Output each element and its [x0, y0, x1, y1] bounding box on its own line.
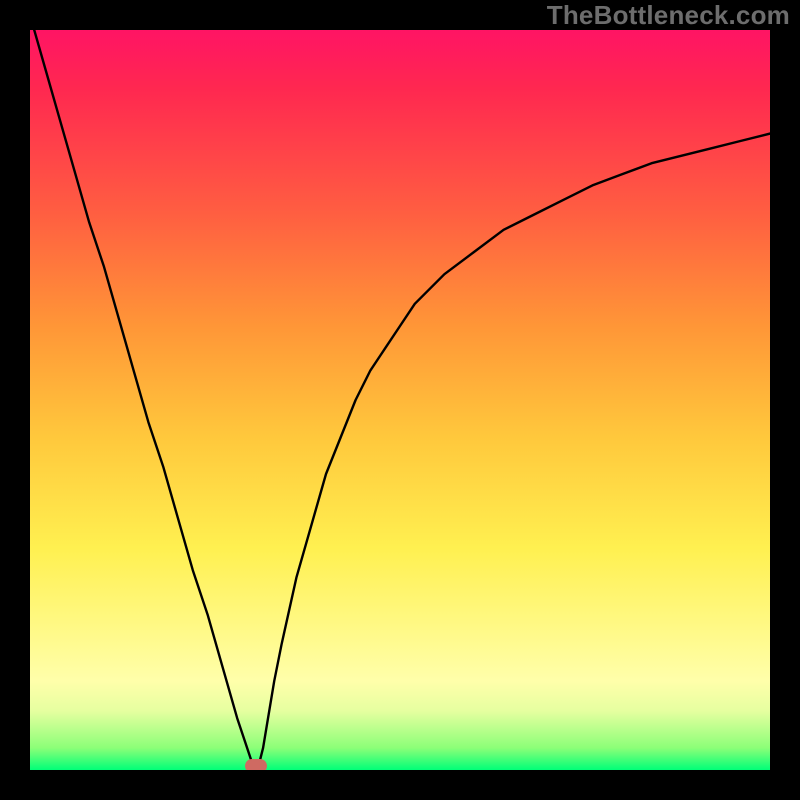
bottleneck-curve — [30, 30, 770, 770]
minimum-marker — [245, 759, 267, 770]
chart-frame: TheBottleneck.com — [0, 0, 800, 800]
plot-area — [30, 30, 770, 770]
curve-svg — [30, 30, 770, 770]
watermark-text: TheBottleneck.com — [547, 0, 790, 31]
